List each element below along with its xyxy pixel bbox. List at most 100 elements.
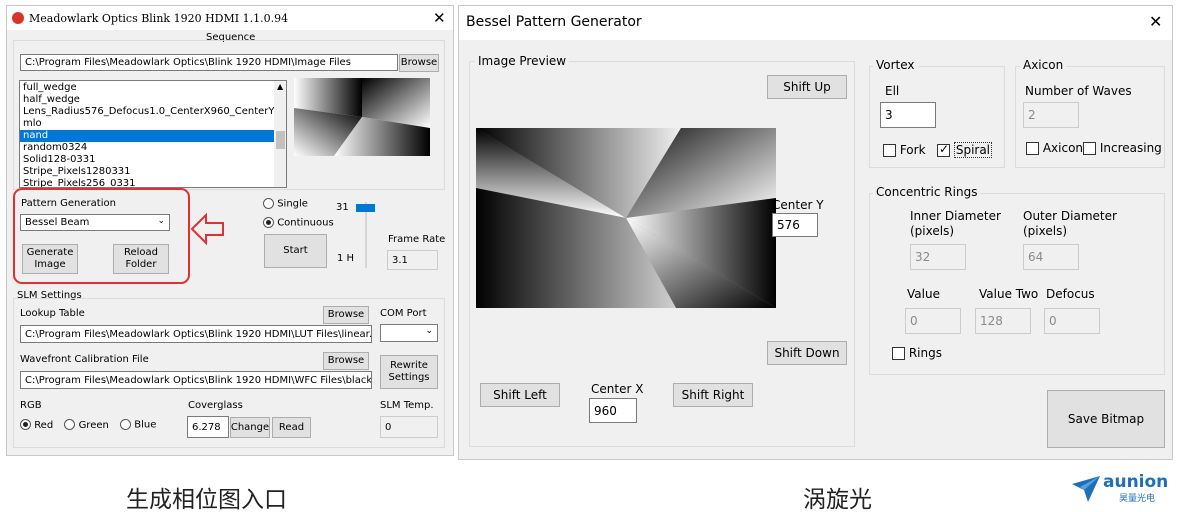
- checkmark-icon: ✓: [939, 142, 950, 156]
- shift-right-button[interactable]: Shift Right: [673, 383, 753, 407]
- rgb-label: RGB: [20, 400, 42, 411]
- start-button[interactable]: Start: [264, 234, 327, 268]
- image-list[interactable]: full_wedge half_wedge Lens_Radius576_Defoc…: [19, 80, 287, 188]
- slm-temp-label: SLM Temp.: [380, 400, 434, 411]
- logo-subtitle: 昊量光电: [1119, 494, 1156, 504]
- blue-radio[interactable]: [120, 419, 132, 430]
- com-port-select[interactable]: ⌄: [380, 324, 438, 342]
- defocus-label: Defocus: [1046, 287, 1095, 301]
- inner-diameter-field: 32: [910, 244, 966, 270]
- continuous-radio[interactable]: [263, 217, 274, 228]
- number-of-waves-label: Number of Waves: [1025, 84, 1132, 98]
- scroll-thumb[interactable]: [276, 131, 285, 149]
- green-radio[interactable]: [64, 419, 76, 430]
- list-item[interactable]: half_wedge: [20, 94, 274, 106]
- save-bitmap-button[interactable]: Save Bitmap: [1047, 390, 1165, 448]
- coverglass-label: Coverglass: [188, 400, 243, 411]
- frequency-slider[interactable]: [356, 202, 375, 268]
- shift-down-button[interactable]: Shift Down: [767, 341, 847, 365]
- scroll-up-icon[interactable]: ▲: [277, 82, 283, 91]
- value-two-label: Value Two: [979, 287, 1039, 301]
- thumbnail-preview: [294, 78, 430, 156]
- list-scrollbar[interactable]: ▲: [274, 81, 286, 187]
- image-folder-path[interactable]: C:\Program Files\Meadowlark Optics\Blink…: [20, 54, 398, 71]
- chevron-down-icon: ⌄: [425, 326, 433, 336]
- center-x-field[interactable]: 960: [589, 398, 637, 423]
- list-item[interactable]: Stripe_Pixels1280331: [20, 166, 274, 178]
- list-item[interactable]: Stripe_Pixels256_0331: [20, 178, 274, 187]
- change-button[interactable]: Change: [230, 417, 270, 438]
- lut-browse-button[interactable]: Browse: [323, 306, 369, 324]
- list-item[interactable]: mlo: [20, 118, 274, 130]
- rings-option[interactable]: Rings: [892, 346, 942, 360]
- lut-path-field[interactable]: C:\Program Files\Meadowlark Optics\Blink…: [20, 325, 372, 343]
- axicon-option[interactable]: Axicon: [1026, 141, 1083, 155]
- value-two-field: 128: [975, 308, 1031, 334]
- wfc-path-field[interactable]: C:\Program Files\Meadowlark Optics\Blink…: [20, 371, 372, 389]
- list-item[interactable]: Solid128-0331: [20, 154, 274, 166]
- center-y-label: Center Y: [772, 198, 824, 212]
- rewrite-settings-button[interactable]: Rewrite Settings: [380, 355, 438, 389]
- ell-field[interactable]: 3: [880, 102, 936, 128]
- fork-checkbox[interactable]: [883, 144, 896, 157]
- logo-name: aunion: [1103, 472, 1169, 492]
- number-of-waves-field: 2: [1023, 102, 1079, 128]
- center-y-field[interactable]: 576: [772, 213, 818, 237]
- list-item[interactable]: Lens_Radius576_Defocus1.0_CenterX960_Cen…: [20, 106, 286, 118]
- logo-mark-icon: [1072, 476, 1100, 502]
- reload-folder-button[interactable]: Reload Folder: [113, 244, 169, 274]
- left-caption: 生成相位图入口: [126, 487, 287, 512]
- right-caption: 涡旋光: [803, 487, 872, 512]
- wfc-browse-button[interactable]: Browse: [323, 352, 369, 370]
- list-item[interactable]: full_wedge: [20, 82, 274, 94]
- slider-thumb[interactable]: [356, 204, 375, 212]
- increasing-option[interactable]: Increasing: [1083, 141, 1162, 155]
- meadowlark-logo-icon: [12, 12, 24, 24]
- image-browse-button[interactable]: Browse: [399, 54, 439, 72]
- list-item[interactable]: random0324: [20, 142, 274, 154]
- blink-window: Meadowlark Optics Blink 1920 HDMI 1.1.0.…: [6, 5, 454, 456]
- aunion-logo: aunion 昊量光电: [1071, 472, 1171, 506]
- close-icon[interactable]: ✕: [433, 9, 446, 27]
- spiral-option[interactable]: ✓ Spiral: [937, 142, 993, 158]
- single-radio[interactable]: [263, 198, 274, 209]
- defocus-field: 0: [1044, 308, 1100, 334]
- com-port-label: COM Port: [380, 308, 427, 319]
- increasing-checkbox[interactable]: [1083, 142, 1096, 155]
- frame-rate-label: Frame Rate: [388, 234, 446, 245]
- hz-label: 1 Hz: [337, 253, 354, 264]
- read-button[interactable]: Read: [272, 417, 311, 438]
- concentric-rings-label: Concentric Rings: [873, 185, 981, 199]
- image-preview-label: Image Preview: [475, 54, 570, 68]
- outer-diameter-label: Outer Diameter (pixels): [1023, 209, 1117, 238]
- axicon-label: Axicon: [1020, 58, 1067, 72]
- chevron-down-icon: ⌄: [157, 216, 165, 226]
- fork-option[interactable]: Fork: [883, 143, 926, 157]
- window-title: Bessel Pattern Generator: [466, 14, 642, 30]
- rgb-options: Red Green Blue: [20, 419, 156, 431]
- red-radio[interactable]: [20, 419, 31, 430]
- single-option[interactable]: Single: [263, 198, 308, 210]
- ell-label: Ell: [885, 84, 900, 98]
- shift-up-button[interactable]: Shift Up: [767, 75, 847, 99]
- bessel-titlebar: Bessel Pattern Generator ✕: [459, 6, 1172, 40]
- coverglass-field[interactable]: 6.278: [187, 416, 229, 438]
- slm-temp-field: 0: [380, 416, 438, 438]
- axicon-checkbox[interactable]: [1026, 142, 1039, 155]
- pattern-generation-label: Pattern Generation: [21, 198, 116, 209]
- frame-rate-field: 3.1: [387, 250, 438, 270]
- rings-checkbox[interactable]: [892, 347, 905, 360]
- pattern-select[interactable]: Bessel Beam ⌄: [20, 214, 170, 231]
- close-icon[interactable]: ✕: [1149, 12, 1162, 31]
- bessel-window: Bessel Pattern Generator ✕ Image Preview…: [458, 5, 1173, 460]
- generate-image-button[interactable]: Generate Image: [22, 244, 78, 274]
- value-field: 0: [905, 308, 961, 334]
- window-title: Meadowlark Optics Blink 1920 HDMI 1.1.0.…: [29, 12, 289, 25]
- lookup-table-label: Lookup Table: [20, 308, 85, 319]
- list-item[interactable]: nand: [20, 130, 274, 142]
- continuous-option[interactable]: Continuous: [263, 217, 334, 229]
- outer-diameter-field: 64: [1023, 244, 1079, 270]
- shift-left-button[interactable]: Shift Left: [480, 383, 560, 407]
- spiral-checkbox[interactable]: ✓: [937, 142, 950, 157]
- wavefront-label: Wavefront Calibration File: [20, 354, 149, 365]
